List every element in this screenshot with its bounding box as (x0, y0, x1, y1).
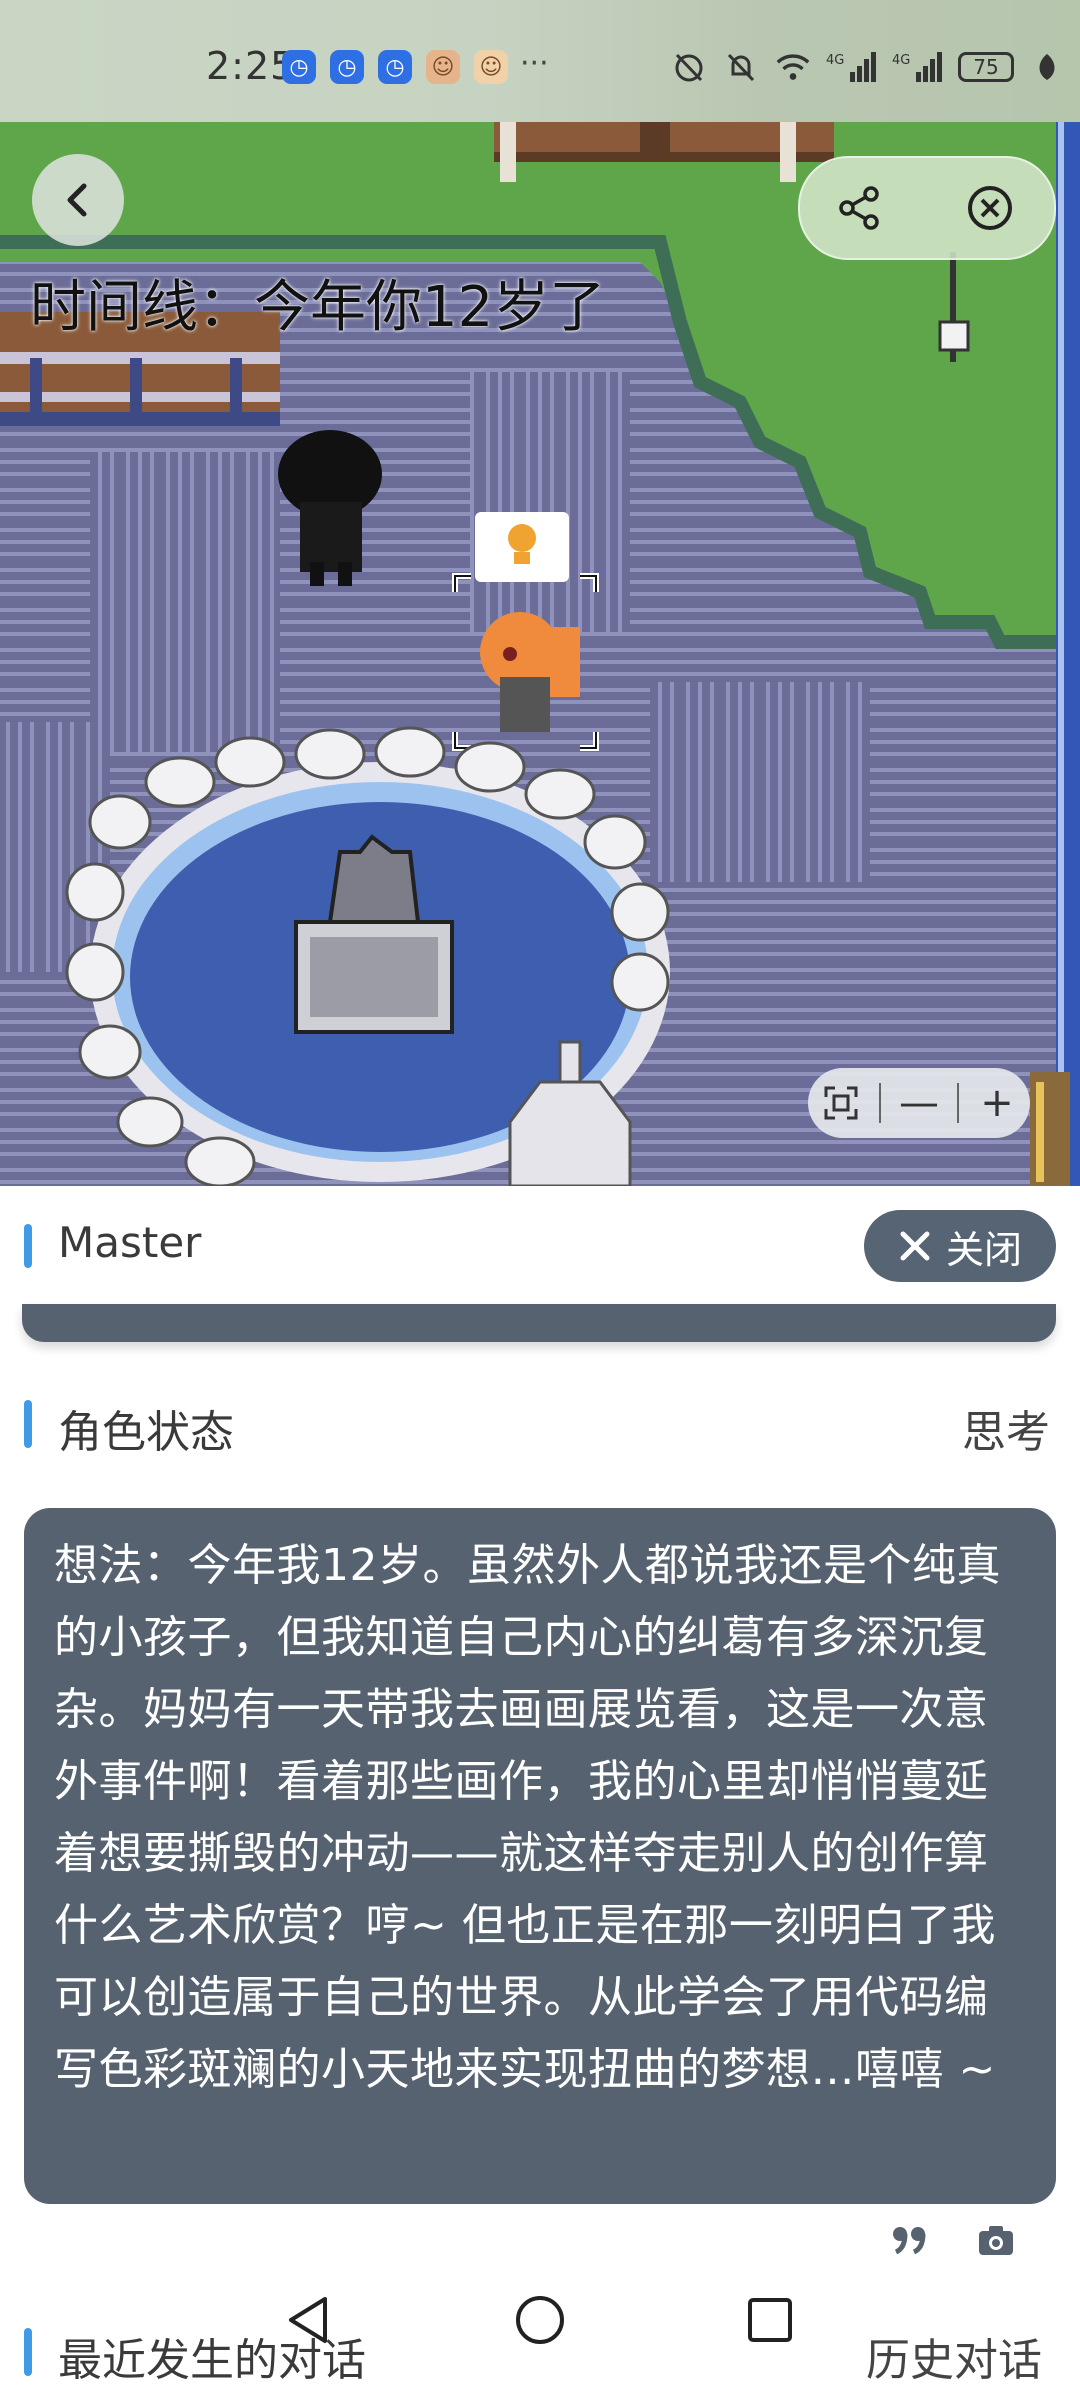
nav-home-button[interactable] (510, 2290, 570, 2350)
thought-text: 想法：今年我12岁。虽然外人都说我还是个纯真的小孩子，但我知道自己内心的纠葛有多… (54, 1540, 1001, 2095)
camera-icon[interactable] (976, 2220, 1016, 2260)
top-action-pill (798, 156, 1056, 260)
divider (957, 1083, 959, 1123)
fit-screen-button[interactable] (813, 1085, 869, 1121)
nav-recents-button[interactable] (740, 2290, 800, 2350)
triangle-back-icon (289, 2297, 327, 2343)
status-icons: 4G 4G 75 (670, 48, 1066, 86)
collapsed-card (22, 1304, 1056, 1342)
chevron-left-icon (67, 183, 87, 217)
alarm-off-icon (670, 48, 708, 86)
thought-actions (890, 2220, 1016, 2260)
zoom-controls: — + (808, 1068, 1030, 1138)
battery-icon: 75 (958, 52, 1014, 82)
history-dialog-link[interactable]: 历史对话 (866, 2324, 1042, 2388)
fit-screen-icon (824, 1086, 858, 1120)
status-state: 思考 (962, 1407, 1050, 1458)
clock-app-icon: ◷ (282, 50, 316, 84)
close-panel-button[interactable]: 关闭 (864, 1210, 1056, 1282)
zoom-out-button[interactable]: — (891, 1080, 947, 1126)
clock-app-icon: ◷ (330, 50, 364, 84)
more-notifications-icon: ··· (520, 46, 549, 81)
signal-icon: 4G (826, 48, 878, 86)
close-icon (900, 1231, 930, 1261)
notification-icons: ◷ ◷ ◷ ☺ ☺ (282, 50, 508, 84)
panel-title: Master (58, 1218, 202, 1267)
game-app-icon: ☺ (426, 50, 460, 84)
share-icon (839, 186, 879, 230)
close-label: 关闭 (945, 1227, 1022, 1272)
thought-card: 想法：今年我12岁。虽然外人都说我还是个纯真的小孩子，但我知道自己内心的纠葛有多… (24, 1508, 1056, 2204)
section-accent (24, 1400, 32, 1448)
clock-app-icon: ◷ (378, 50, 412, 84)
circle-home-icon (516, 2296, 564, 2344)
leaf-icon (1028, 48, 1066, 86)
quote-icon[interactable] (890, 2220, 930, 2260)
svg-text:4G: 4G (826, 53, 844, 68)
nav-back-button[interactable] (278, 2290, 338, 2350)
square-recents-icon (748, 2298, 792, 2342)
section-accent (24, 2328, 32, 2376)
svg-text:4G: 4G (892, 53, 910, 68)
back-button[interactable] (32, 154, 124, 246)
divider (879, 1083, 881, 1123)
game-app-icon: ☺ (474, 50, 508, 84)
close-game-button[interactable] (966, 184, 1014, 232)
close-circle-icon (968, 186, 1012, 230)
timeline-caption: 时间线：今年你12岁了 (30, 275, 606, 340)
bell-mute-icon (722, 48, 760, 86)
wifi-icon (774, 48, 812, 86)
section-accent (24, 1224, 32, 1268)
zoom-in-button[interactable]: + (969, 1080, 1025, 1126)
status-bar: 2:25 ◷ ◷ ◷ ☺ ☺ ··· 4G 4G 75 (0, 0, 1080, 122)
character-status-label: 角色状态 (58, 1407, 234, 1458)
signal-icon: 4G (892, 48, 944, 86)
share-button[interactable] (836, 184, 884, 232)
